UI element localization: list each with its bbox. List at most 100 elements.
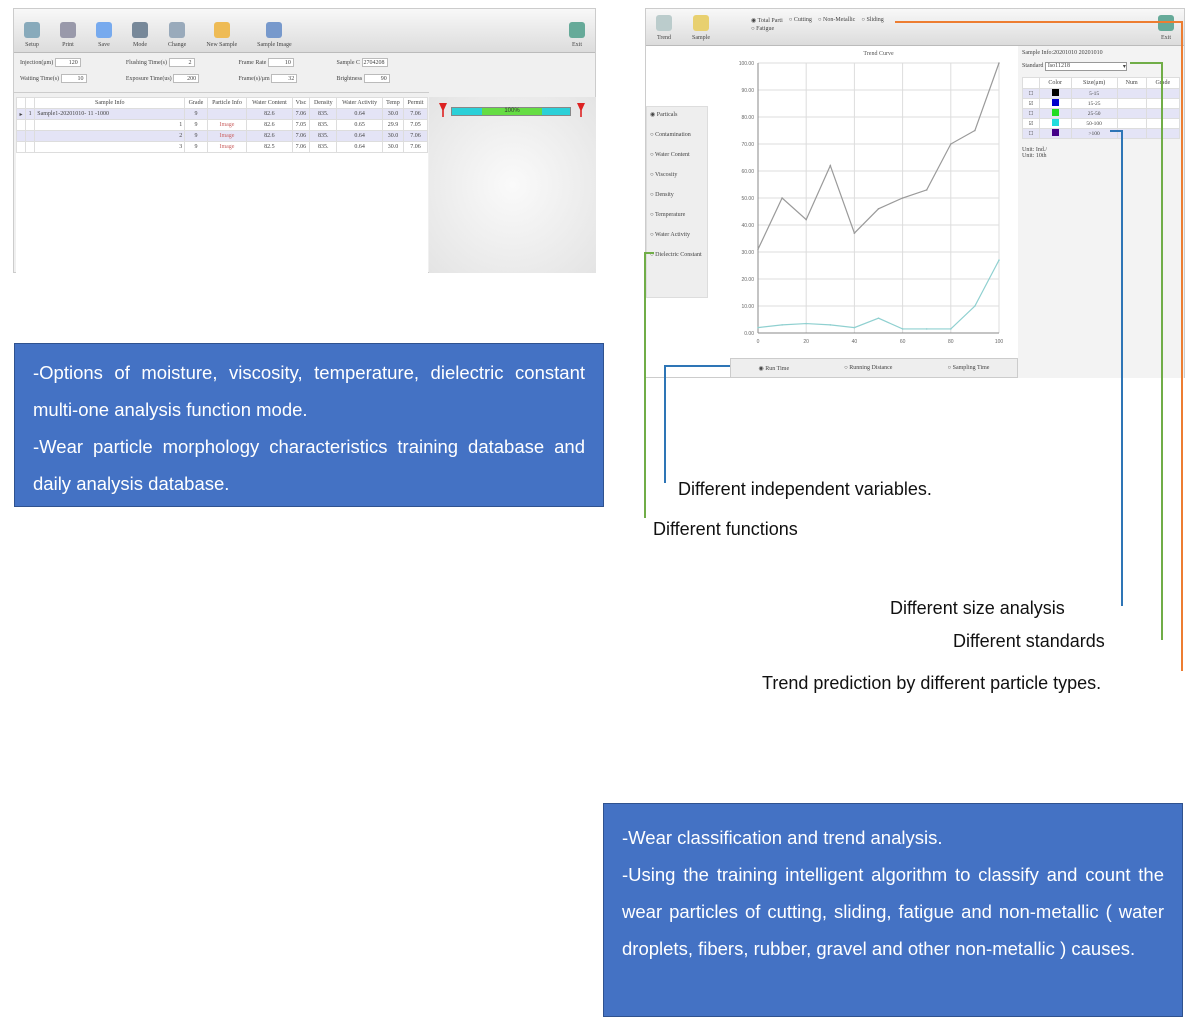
table-cell[interactable]: Image	[206, 141, 248, 153]
param-input[interactable]: 10	[60, 74, 87, 83]
box2-line1: -Wear classification and trend analysis.	[622, 827, 943, 848]
y-tick-label: 20.00	[741, 277, 754, 283]
param-input[interactable]: 90	[363, 74, 390, 83]
radio-option[interactable]: ○ Water Activity	[650, 232, 704, 238]
color-swatch	[1038, 118, 1072, 129]
table-row[interactable]: 1 9 Image 82.6 7.05 835. 0.65 29.9 7.05	[15, 119, 428, 131]
radio-label: Non-Metallic	[823, 17, 856, 23]
sample-image-icon	[266, 22, 283, 38]
y-tick-label: 30.00	[741, 250, 754, 256]
table-cell: Sample1-20201010- 11 -1000	[34, 108, 186, 120]
size-checkbox[interactable]: ☐	[1022, 88, 1040, 99]
param-input[interactable]: 2	[168, 58, 195, 67]
radio-unchecked-icon: ○	[947, 365, 952, 371]
radio-option[interactable]: ○ Density	[650, 192, 704, 198]
trend-window: Trend Sample ◉ Total Parti ○ Cutting ○ Non…	[645, 8, 1185, 378]
progress-fill: 100%	[482, 108, 542, 115]
radio-option[interactable]: ○ Dielectric Constant	[650, 252, 704, 258]
radio-option[interactable]: ○ Contamination	[650, 132, 704, 138]
trend-button[interactable]: Trend	[646, 15, 682, 45]
radio-option[interactable]: ○ Cutting	[789, 17, 812, 24]
radio-option[interactable]: ◉ Run Time	[759, 365, 790, 372]
y-tick-label: 100.00	[739, 61, 755, 67]
num-cell	[1116, 118, 1147, 129]
table-cell: 1	[25, 108, 36, 120]
radio-label: Sampling Time	[952, 365, 990, 371]
table-row[interactable]: ▸ 1 Sample1-20201010- 11 -1000 9 82.6 7.06 835…	[15, 108, 428, 120]
green-connector	[644, 252, 646, 518]
num-cell	[1116, 98, 1147, 109]
sample-button[interactable]: Sample	[682, 15, 720, 45]
radio-option[interactable]: ○ Temperature	[650, 212, 704, 218]
param-input[interactable]: 120	[54, 58, 81, 67]
table-cell: 2	[34, 130, 186, 142]
settings-icon	[24, 22, 40, 38]
unit-label: Unit: 10th	[1022, 153, 1047, 159]
table-cell: 1	[34, 119, 186, 131]
column-header: Water Activity	[336, 97, 383, 109]
setup-button[interactable]: Setup	[14, 22, 50, 52]
column-header	[1022, 77, 1040, 89]
y-tick-label: 50.00	[741, 196, 754, 202]
param-input[interactable]: 200	[173, 74, 200, 83]
save-icon	[96, 22, 112, 38]
table-cell[interactable]: Image	[206, 130, 248, 142]
radio-label: Density	[655, 192, 674, 198]
column-header: Color	[1038, 77, 1072, 89]
table-row[interactable]: 3 9 Image 82.5 7.06 835. 0.64 30.0 7.06	[15, 141, 428, 153]
radio-option[interactable]: ○ Non-Metallic	[818, 17, 855, 24]
radio-option[interactable]: ○ Sliding	[861, 17, 883, 24]
param-field: Sample C 2704208	[337, 58, 423, 71]
orange-connector	[1181, 21, 1183, 671]
sample-table: Sample Info Grade Particle Info Water Conte…	[15, 97, 428, 153]
table-cell[interactable]: Image	[206, 119, 248, 131]
table-cell: 3	[34, 141, 186, 153]
info-box-functions: -Options of moisture, viscosity, tempera…	[14, 343, 604, 507]
exit-button[interactable]: Exit	[559, 22, 595, 52]
param-input[interactable]: 2704208	[361, 58, 388, 67]
radio-option[interactable]: ◉ Total Parti	[751, 17, 783, 24]
standard-label: Standard	[1022, 63, 1044, 69]
info-box-classification: -Wear classification and trend analysis.…	[603, 803, 1183, 1017]
box1-line1: -Options of moisture, viscosity, tempera…	[33, 362, 585, 420]
annotation-trend: Trend prediction by different particle t…	[762, 673, 1102, 693]
table-row[interactable]: 2 9 Image 82.6 7.06 835. 0.64 30.0 7.06	[15, 130, 428, 142]
data-point	[805, 322, 807, 325]
exit-button[interactable]: Exit	[1148, 15, 1184, 45]
size-checkbox[interactable]: ☐	[1022, 108, 1040, 119]
right-marker-icon	[577, 103, 585, 117]
param-input[interactable]: 10	[267, 58, 294, 67]
param-input[interactable]: 32	[271, 74, 298, 83]
radio-checked-icon: ◉	[751, 18, 757, 24]
standard-select[interactable]: Iso11218 ▾	[1044, 62, 1127, 71]
table-cell	[15, 130, 27, 142]
sample-image-button[interactable]: Sample Image	[247, 22, 302, 52]
particle-type-radios: ◉ Total Parti ○ Cutting ○ Non-Metallic ○ Sl…	[751, 17, 911, 32]
change-button[interactable]: Change	[158, 22, 196, 52]
blue-connector	[1121, 130, 1123, 606]
radio-checked-icon: ◉	[758, 365, 764, 372]
size-checkbox[interactable]: ☐	[1022, 128, 1040, 139]
box2-line2: -Using the training intelligent algorith…	[622, 864, 1164, 959]
y-tick-label: 10.00	[741, 304, 754, 310]
radio-option[interactable]: ○ Sampling Time	[947, 365, 989, 371]
radio-label: Temperature	[655, 212, 686, 218]
size-checkbox[interactable]: ☑	[1022, 98, 1040, 109]
radio-option[interactable]: ○ Water Content	[650, 152, 704, 158]
radio-option[interactable]: ◉ Particals	[650, 111, 704, 118]
size-checkbox[interactable]: ☑	[1022, 118, 1040, 129]
radio-unchecked-icon: ○	[650, 172, 654, 178]
print-button[interactable]: Print	[50, 22, 86, 52]
radio-unchecked-icon: ○	[788, 17, 793, 23]
color-swatch	[1038, 128, 1072, 139]
new-sample-button[interactable]: New Sample	[196, 22, 247, 52]
radio-label: Particals	[656, 112, 678, 118]
table-header: Sample Info Grade Particle Info Water Conte…	[15, 97, 428, 109]
color-swatch	[1038, 108, 1072, 119]
save-button[interactable]: Save	[86, 22, 122, 52]
radio-option[interactable]: ○ Running Distance	[844, 365, 892, 371]
y-tick-label: 40.00	[741, 223, 754, 229]
radio-option[interactable]: ○ Fatigue	[751, 26, 774, 32]
radio-option[interactable]: ○ Viscosity	[650, 172, 704, 178]
mode-button[interactable]: Mode	[122, 22, 158, 52]
